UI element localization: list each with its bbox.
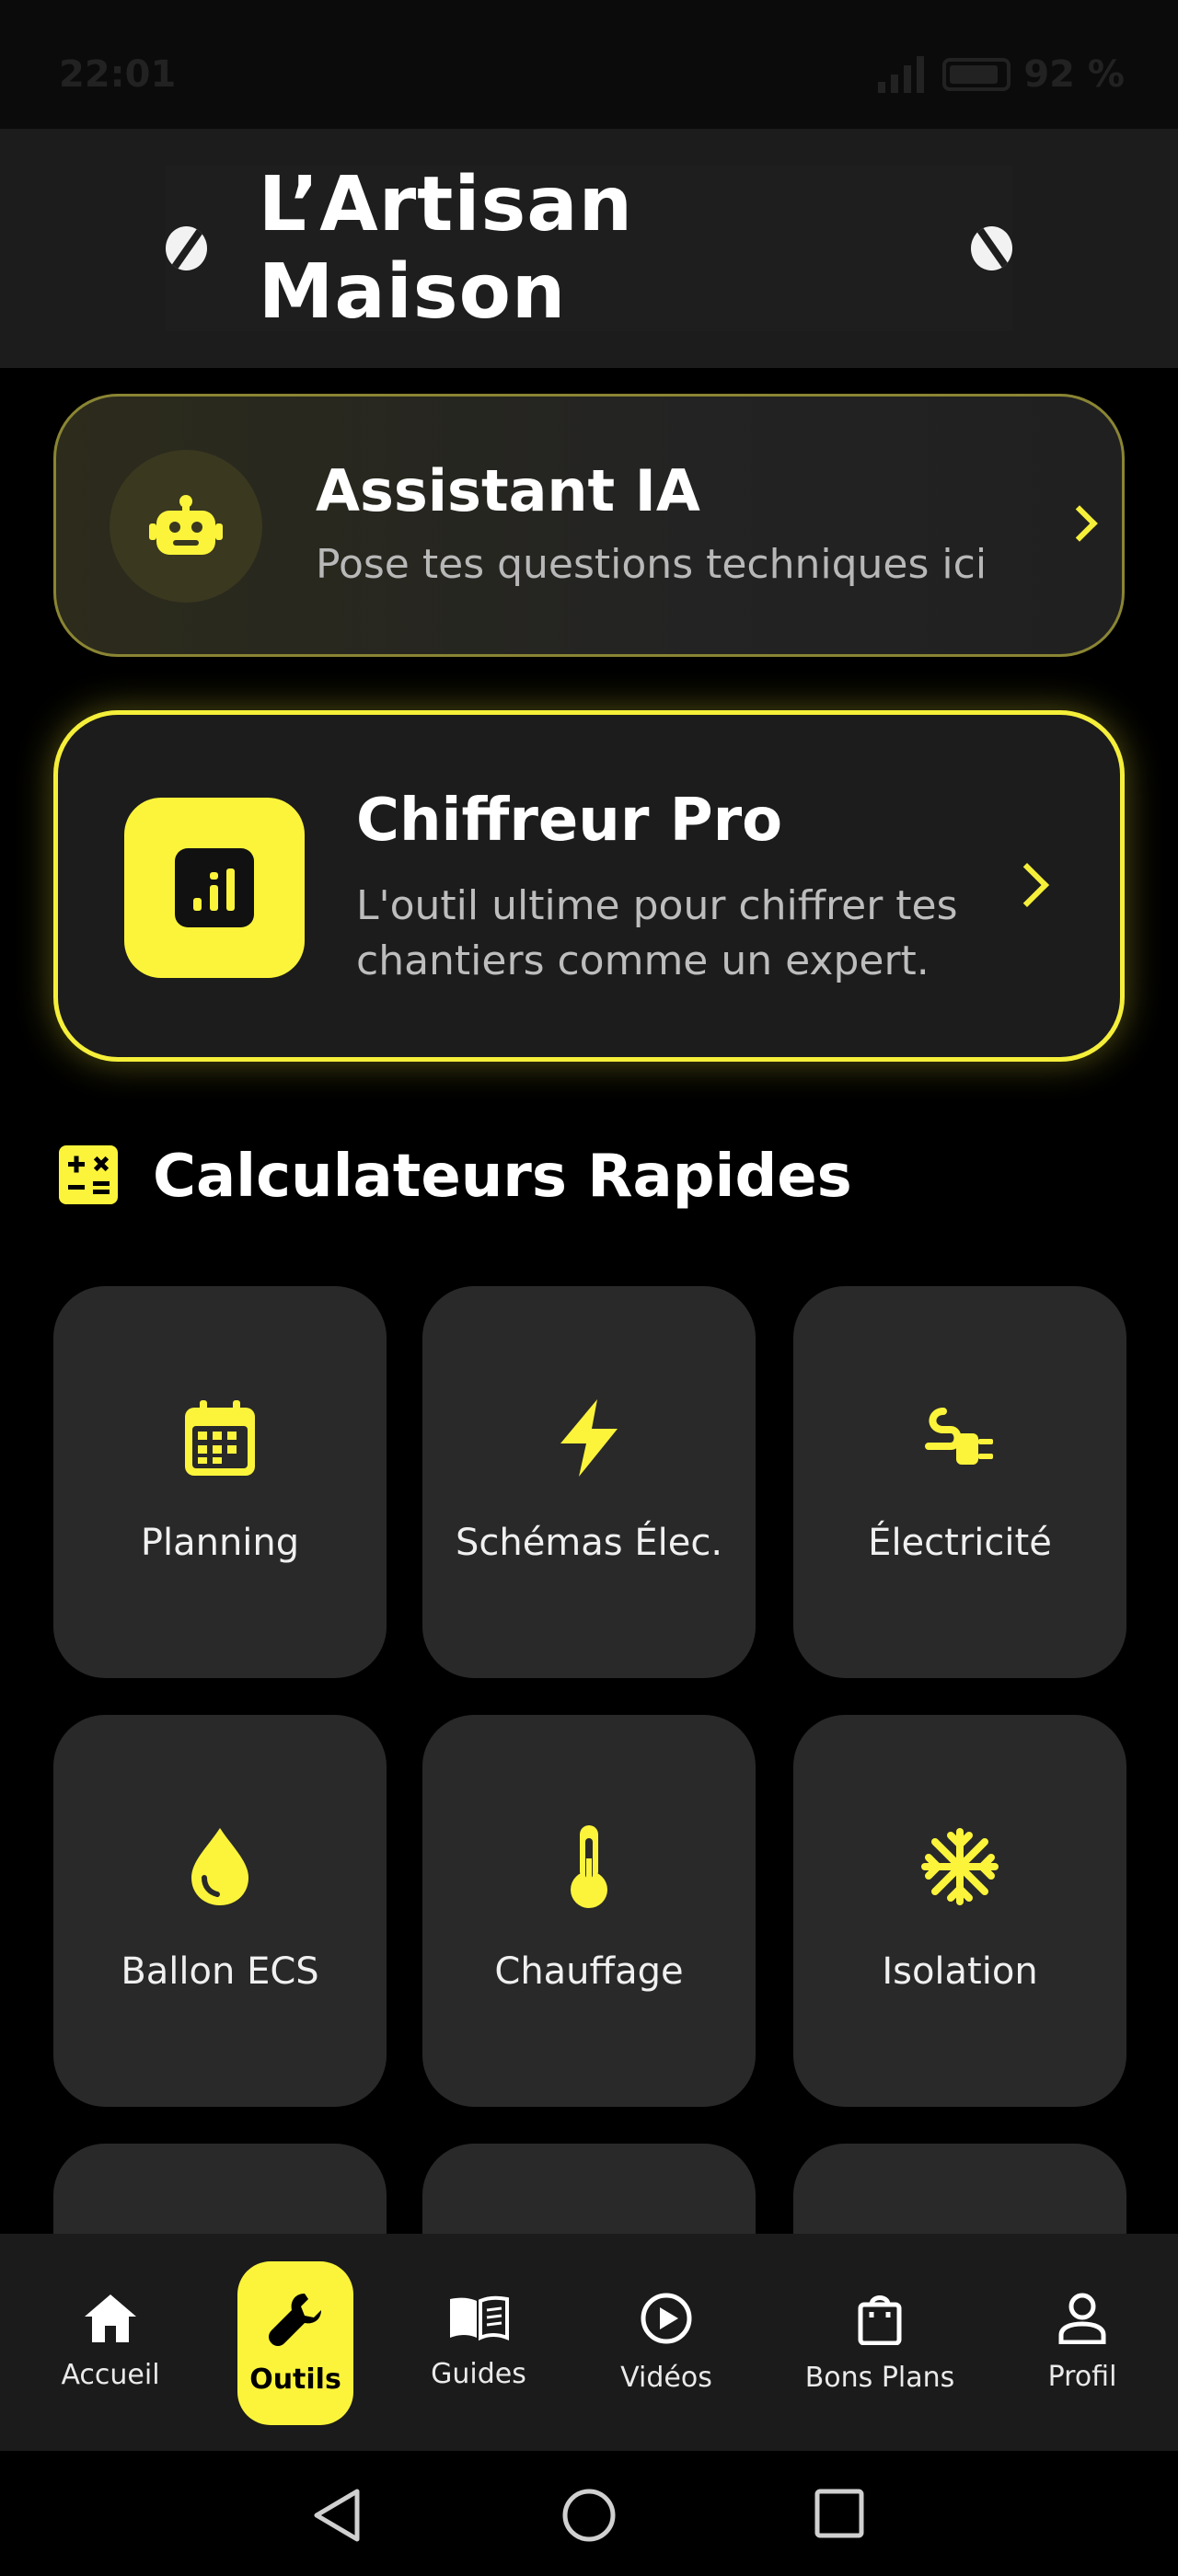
robot-icon bbox=[110, 450, 262, 603]
nav-label: Bons Plans bbox=[804, 2361, 955, 2394]
battery-level: 92 % bbox=[1023, 53, 1125, 96]
pill-left-icon bbox=[166, 226, 207, 270]
status-indicators: 92 % bbox=[874, 53, 1125, 96]
signal-icon bbox=[874, 56, 930, 93]
calculator-icon bbox=[59, 1145, 118, 1208]
chiffreur-pro-title: Chiffreur Pro bbox=[356, 787, 783, 855]
tile-electricite[interactable]: Électricité bbox=[793, 1286, 1126, 1678]
nav-guides[interactable]: Guides bbox=[423, 2234, 534, 2451]
chart-icon bbox=[124, 798, 305, 978]
tile-label: Chauffage bbox=[494, 1950, 684, 1993]
assistant-text: Assistant IA Pose tes questions techniqu… bbox=[316, 457, 987, 588]
book-icon bbox=[450, 2295, 509, 2340]
nav-label: Vidéos bbox=[620, 2361, 712, 2394]
bottom-navigation: Accueil Outils Guides Vidéos Bons Plans … bbox=[0, 2234, 1178, 2451]
nav-accueil[interactable]: Accueil bbox=[55, 2234, 166, 2451]
status-bar: 22:01 92 % bbox=[0, 0, 1178, 129]
assistant-title: Assistant IA bbox=[316, 457, 700, 524]
app-header: L’Artisan Maison bbox=[0, 129, 1178, 368]
chiffreur-pro-card[interactable]: Chiffreur Pro L'outil ultime pour chiffr… bbox=[53, 710, 1125, 1062]
chiffreur-pro-subtitle: L'outil ultime pour chiffrer tes chantie… bbox=[356, 879, 1037, 989]
tile-schemas-elec[interactable]: Schémas Élec. bbox=[422, 1286, 756, 1678]
tile-planning[interactable]: Planning bbox=[53, 1286, 387, 1678]
nav-label: Accueil bbox=[61, 2358, 160, 2391]
tile-chauffage[interactable]: Chauffage bbox=[422, 1715, 756, 2107]
snowflake-icon bbox=[793, 1825, 1126, 1908]
chiffreur-pro-text: Chiffreur Pro L'outil ultime pour chiffr… bbox=[356, 787, 1037, 989]
nav-videos[interactable]: Vidéos bbox=[611, 2234, 722, 2451]
nav-label: Profil bbox=[1047, 2360, 1117, 2393]
nav-outils[interactable]: Outils bbox=[237, 2261, 353, 2425]
section-header: Calculateurs Rapides bbox=[59, 1143, 852, 1211]
tile-label: Isolation bbox=[882, 1950, 1038, 1993]
drop-icon bbox=[53, 1825, 387, 1908]
header-title-area: L’Artisan Maison bbox=[166, 161, 1013, 336]
home-circle-icon[interactable] bbox=[561, 2488, 617, 2543]
system-navigation bbox=[0, 2451, 1178, 2576]
back-icon[interactable] bbox=[311, 2488, 363, 2543]
assistant-ia-card[interactable]: Assistant IA Pose tes questions techniqu… bbox=[53, 394, 1125, 657]
tile-ballon-ecs[interactable]: Ballon ECS bbox=[53, 1715, 387, 2107]
home-icon bbox=[85, 2294, 136, 2342]
chiffreur-pro-subtitle-line1: L'outil ultime pour chiffrer tes bbox=[356, 882, 958, 929]
section-title: Calculateurs Rapides bbox=[153, 1143, 852, 1211]
battery-icon bbox=[942, 58, 1011, 91]
plug-icon bbox=[793, 1397, 1126, 1479]
tile-label: Schémas Élec. bbox=[455, 1522, 723, 1564]
bolt-icon bbox=[422, 1397, 756, 1479]
nav-profil[interactable]: Profil bbox=[1027, 2234, 1138, 2451]
tile-label: Ballon ECS bbox=[121, 1950, 319, 1993]
nav-label: Outils bbox=[249, 2363, 341, 2396]
nav-label: Guides bbox=[431, 2357, 526, 2390]
tile-label: Planning bbox=[140, 1522, 300, 1564]
person-icon bbox=[1058, 2293, 1106, 2344]
nav-bons-plans[interactable]: Bons Plans bbox=[797, 2234, 963, 2451]
tile-label: Électricité bbox=[868, 1522, 1052, 1564]
recents-icon[interactable] bbox=[814, 2488, 865, 2539]
play-icon bbox=[641, 2293, 692, 2343]
assistant-subtitle: Pose tes questions techniques ici bbox=[316, 541, 987, 588]
thermometer-icon bbox=[422, 1825, 756, 1908]
calendar-icon bbox=[53, 1397, 387, 1479]
bag-icon bbox=[858, 2294, 902, 2345]
chevron-right-icon bbox=[1061, 505, 1098, 542]
wrench-icon bbox=[269, 2293, 321, 2346]
chiffreur-pro-subtitle-line2: chantiers comme un expert. bbox=[356, 937, 930, 984]
app-title: L’Artisan Maison bbox=[258, 161, 633, 336]
pill-right-icon bbox=[971, 226, 1013, 270]
status-time: 22:01 bbox=[59, 53, 177, 96]
tile-isolation[interactable]: Isolation bbox=[793, 1715, 1126, 2107]
